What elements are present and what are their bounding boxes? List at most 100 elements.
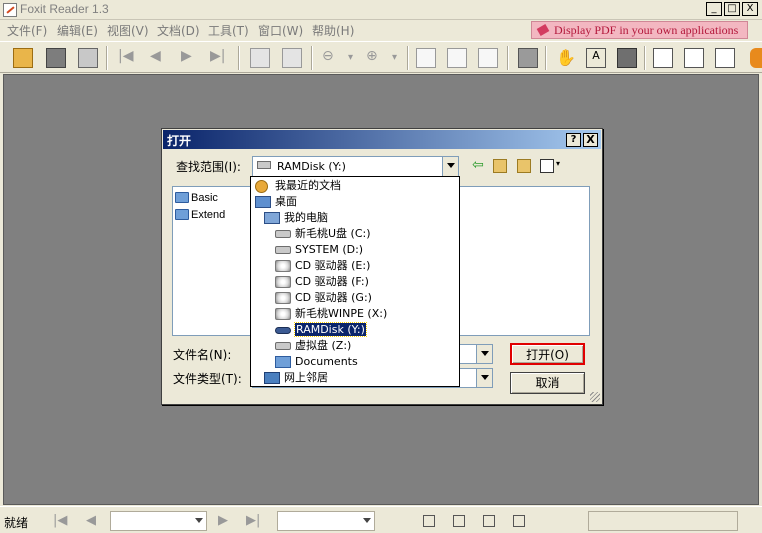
status-prev-page-icon[interactable]: ◀: [86, 513, 96, 528]
dropdown-item-drive-z[interactable]: 虚拟盘 (Z:): [275, 338, 351, 354]
recent-docs-icon: [255, 180, 268, 193]
zoom-in-icon[interactable]: ⊕: [366, 48, 386, 68]
zoom-out-icon[interactable]: ⊖: [322, 48, 342, 68]
title-bar: Foxit Reader 1.3 _ □ X: [0, 0, 762, 20]
filetype-dropdown-button[interactable]: [476, 369, 492, 387]
look-in-dropdown-list: 我最近的文档 桌面 我的电脑 新毛桃U盘 (C:) SYSTEM (D:) CD…: [250, 176, 460, 387]
look-in-combo[interactable]: RAMDisk (Y:): [252, 156, 459, 177]
status-bar: 就绪 |◀ ◀ ▶ ▶|: [0, 506, 762, 533]
zoom-in-dropdown-icon[interactable]: ▾: [392, 52, 412, 72]
maximize-button[interactable]: □: [724, 2, 740, 16]
dialog-title: 打开: [167, 134, 192, 148]
prev-page-icon[interactable]: ◀: [150, 48, 170, 68]
snapshot-icon[interactable]: [617, 48, 637, 68]
dropdown-item-drive-e[interactable]: CD 驱动器 (E:): [275, 258, 370, 274]
continuous-facing-icon[interactable]: [513, 515, 525, 527]
foxit-logo-icon: [750, 48, 762, 68]
list-item[interactable]: Extend: [175, 207, 225, 223]
folder-icon: [175, 192, 189, 203]
select-text-icon[interactable]: A: [586, 48, 606, 68]
folder-icon: [275, 356, 291, 368]
actual-size-icon[interactable]: [416, 48, 436, 68]
cd-drive-icon: [275, 260, 291, 272]
dropdown-item-drive-f[interactable]: CD 驱动器 (F:): [275, 274, 369, 290]
open-folder-icon[interactable]: [13, 48, 33, 68]
hand-tool-icon[interactable]: ✋: [556, 48, 576, 68]
menu-file[interactable]: 文件(F): [7, 22, 47, 39]
dialog-help-button[interactable]: ?: [566, 133, 581, 147]
menu-edit[interactable]: 编辑(E): [57, 22, 98, 39]
dropdown-item-network[interactable]: 网上邻居: [264, 370, 328, 386]
drive-icon: [275, 230, 291, 238]
single-page-icon[interactable]: [423, 515, 435, 527]
continuous-icon[interactable]: [453, 515, 465, 527]
zoom-out-dropdown-icon[interactable]: ▾: [348, 52, 368, 72]
toolbar: |◀ ◀ ▶ ▶| ⊖ ▾ ⊕ ▾ ✋ A: [0, 41, 762, 73]
list-item[interactable]: Basic: [175, 190, 218, 206]
computer-icon: [264, 212, 280, 224]
bookmark-panel-icon[interactable]: [653, 48, 673, 68]
look-in-value: RAMDisk (Y:): [277, 160, 346, 173]
open-button[interactable]: 打开(O): [510, 343, 585, 365]
cancel-button[interactable]: 取消: [510, 372, 585, 394]
page-number-combo[interactable]: [110, 511, 207, 531]
status-text: 就绪: [4, 516, 29, 530]
dropdown-item-drive-g[interactable]: CD 驱动器 (G:): [275, 290, 372, 306]
drive-icon: [275, 342, 291, 350]
status-panel: [588, 511, 738, 531]
dialog-title-bar: 打开 ? X: [163, 130, 601, 149]
view-menu-chevron-icon[interactable]: ▾: [556, 159, 560, 168]
drive-icon: [257, 161, 271, 169]
menu-tools[interactable]: 工具(T): [208, 22, 249, 39]
cd-drive-icon: [275, 308, 291, 320]
print-icon[interactable]: [78, 48, 98, 68]
menu-window[interactable]: 窗口(W): [258, 22, 303, 39]
dropdown-item-my-computer[interactable]: 我的电脑: [264, 210, 328, 226]
facing-icon[interactable]: [483, 515, 495, 527]
rotate-right-icon[interactable]: [282, 48, 302, 68]
look-in-label: 查找范围(I):: [176, 160, 241, 174]
cd-drive-icon: [275, 276, 291, 288]
desktop-icon: [255, 196, 271, 208]
foxit-app-icon: [3, 3, 17, 17]
save-icon[interactable]: [46, 48, 66, 68]
new-folder-icon[interactable]: [517, 159, 531, 173]
menu-view[interactable]: 视图(V): [107, 22, 149, 39]
dropdown-item-recent[interactable]: 我最近的文档: [255, 178, 341, 194]
dropdown-item-documents[interactable]: Documents: [275, 354, 358, 370]
view-menu-icon[interactable]: [540, 159, 554, 173]
network-icon: [264, 372, 280, 384]
first-page-icon[interactable]: |◀: [118, 48, 138, 68]
status-next-page-icon[interactable]: ▶: [218, 513, 228, 528]
fit-page-icon[interactable]: [447, 48, 467, 68]
close-button[interactable]: X: [742, 2, 758, 16]
dropdown-item-drive-c[interactable]: 新毛桃U盘 (C:): [275, 226, 371, 242]
last-page-icon[interactable]: ▶|: [210, 48, 230, 68]
back-icon[interactable]: ⇦: [472, 157, 484, 173]
dialog-close-button[interactable]: X: [583, 133, 598, 147]
cd-drive-icon: [275, 292, 291, 304]
look-in-dropdown-button[interactable]: [442, 157, 458, 176]
window-title: Foxit Reader 1.3: [20, 2, 109, 16]
filename-dropdown-button[interactable]: [476, 345, 492, 363]
dropdown-item-drive-d[interactable]: SYSTEM (D:): [275, 242, 363, 258]
zoom-combo[interactable]: [277, 511, 375, 531]
rotate-left-icon[interactable]: [250, 48, 270, 68]
full-screen-icon[interactable]: [684, 48, 704, 68]
status-first-page-icon[interactable]: |◀: [53, 513, 67, 528]
menu-document[interactable]: 文档(D): [157, 22, 200, 39]
menu-help[interactable]: 帮助(H): [312, 22, 354, 39]
find-icon[interactable]: [518, 48, 538, 68]
dropdown-item-desktop[interactable]: 桌面: [255, 194, 297, 210]
status-last-page-icon[interactable]: ▶|: [246, 513, 260, 528]
resize-grip[interactable]: [590, 392, 600, 402]
dropdown-item-drive-y[interactable]: RAMDisk (Y:): [275, 322, 367, 338]
folder-icon: [175, 209, 189, 220]
next-page-icon[interactable]: ▶: [181, 48, 201, 68]
up-folder-icon[interactable]: [493, 159, 507, 173]
fit-width-icon[interactable]: [478, 48, 498, 68]
minimize-button[interactable]: _: [706, 2, 722, 16]
dropdown-item-drive-x[interactable]: 新毛桃WINPE (X:): [275, 306, 387, 322]
properties-icon[interactable]: [715, 48, 735, 68]
promo-banner[interactable]: Display PDF in your own applications: [531, 21, 748, 39]
